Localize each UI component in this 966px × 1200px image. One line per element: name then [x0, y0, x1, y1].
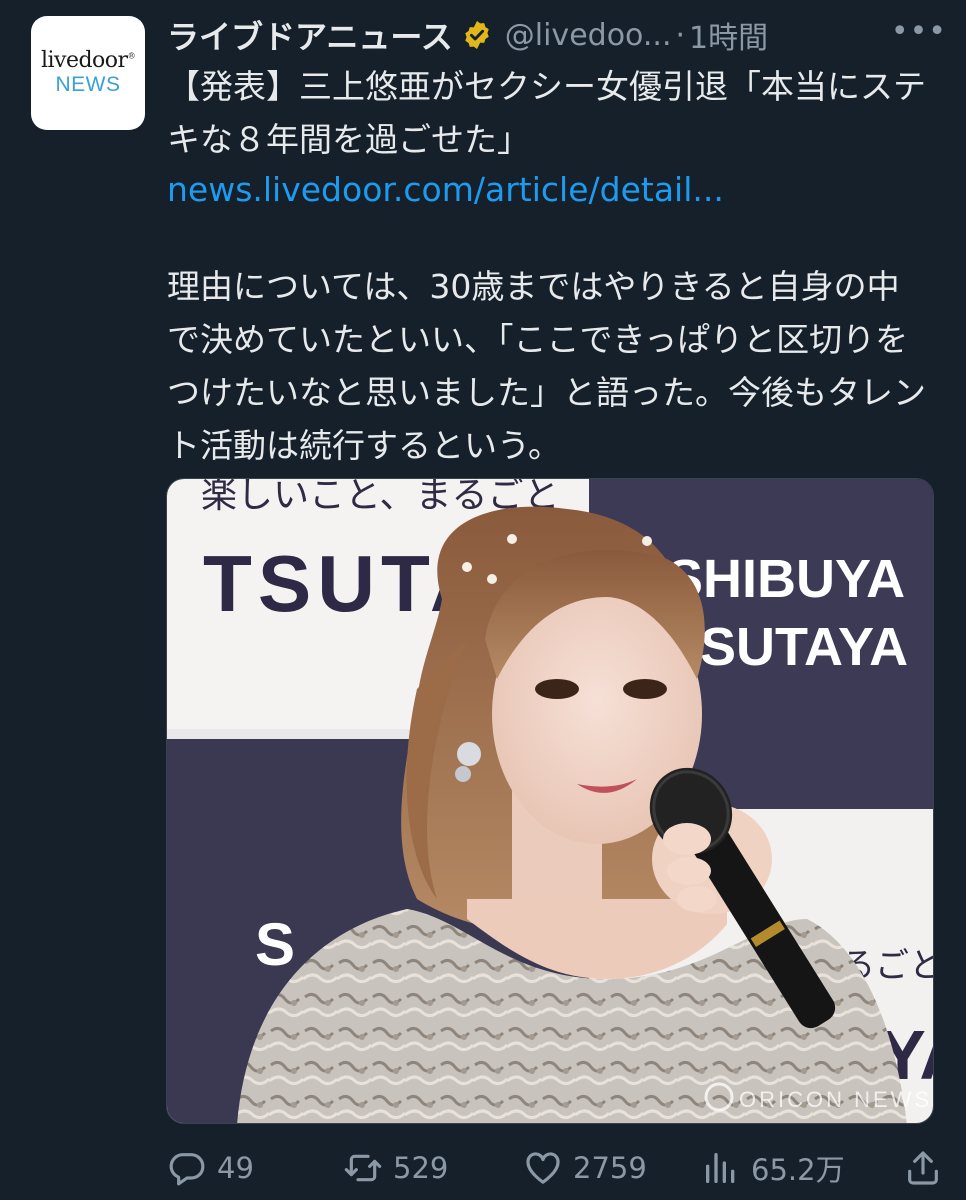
- like-count: 2759: [573, 1151, 647, 1185]
- reply-icon: [169, 1153, 205, 1186]
- tweet-body: 理由については、30歳まではやりきると自身の中で決めていたといい、「ここできっぱ…: [167, 267, 926, 465]
- share-button[interactable]: [903, 1140, 943, 1196]
- like-button[interactable]: 2759: [523, 1140, 647, 1196]
- tweet-actions: 49 529 2759 65.2万: [167, 1140, 947, 1196]
- views-count: 65.2万: [751, 1153, 845, 1187]
- author-avatar[interactable]: livedoor® NEWS: [31, 16, 145, 130]
- verified-badge-icon[interactable]: [461, 19, 493, 51]
- reply-count: 49: [217, 1151, 254, 1185]
- author-display-name[interactable]: ライブドアニュース: [167, 12, 453, 58]
- photo-illustration: 楽しいこと、まるごと TSUTA SHIBUYA TSUTAYA まるごと AY…: [167, 479, 933, 1123]
- views-bar-chart-icon: [706, 1153, 735, 1183]
- reply-button[interactable]: 49: [167, 1140, 254, 1196]
- sign-lower-left: S: [255, 911, 295, 978]
- photo-watermark: ORICON NEWS: [739, 1087, 932, 1112]
- share-icon: [908, 1151, 938, 1185]
- sign-right-line1: SHIBUYA: [667, 549, 905, 609]
- tweet-headline: 【発表】三上悠亜がセクシー女優引退「本当にステキな８年間を過ごせた」: [167, 67, 926, 159]
- header-separator: ·: [675, 17, 686, 53]
- author-handle[interactable]: @livedoo...: [505, 18, 672, 53]
- views-button[interactable]: 65.2万: [701, 1140, 845, 1196]
- avatar-brand-line2: NEWS: [55, 72, 121, 96]
- article-link[interactable]: news.livedoor.com/article/detail...: [167, 163, 724, 216]
- more-options-icon[interactable]: •••: [891, 14, 947, 49]
- tweet-header: ライブドアニュース @livedoo... · 1時間 •••: [167, 10, 947, 60]
- retweet-count: 529: [393, 1151, 449, 1185]
- tweet-timestamp[interactable]: 1時間: [689, 13, 768, 57]
- retweet-icon: [344, 1154, 382, 1182]
- avatar-brand-line1: livedoor®: [40, 47, 136, 73]
- retweet-button[interactable]: 529: [343, 1140, 448, 1196]
- tweet-photo[interactable]: 楽しいこと、まるごと TSUTA SHIBUYA TSUTAYA まるごと AY…: [166, 478, 934, 1124]
- heart-icon: [526, 1152, 560, 1184]
